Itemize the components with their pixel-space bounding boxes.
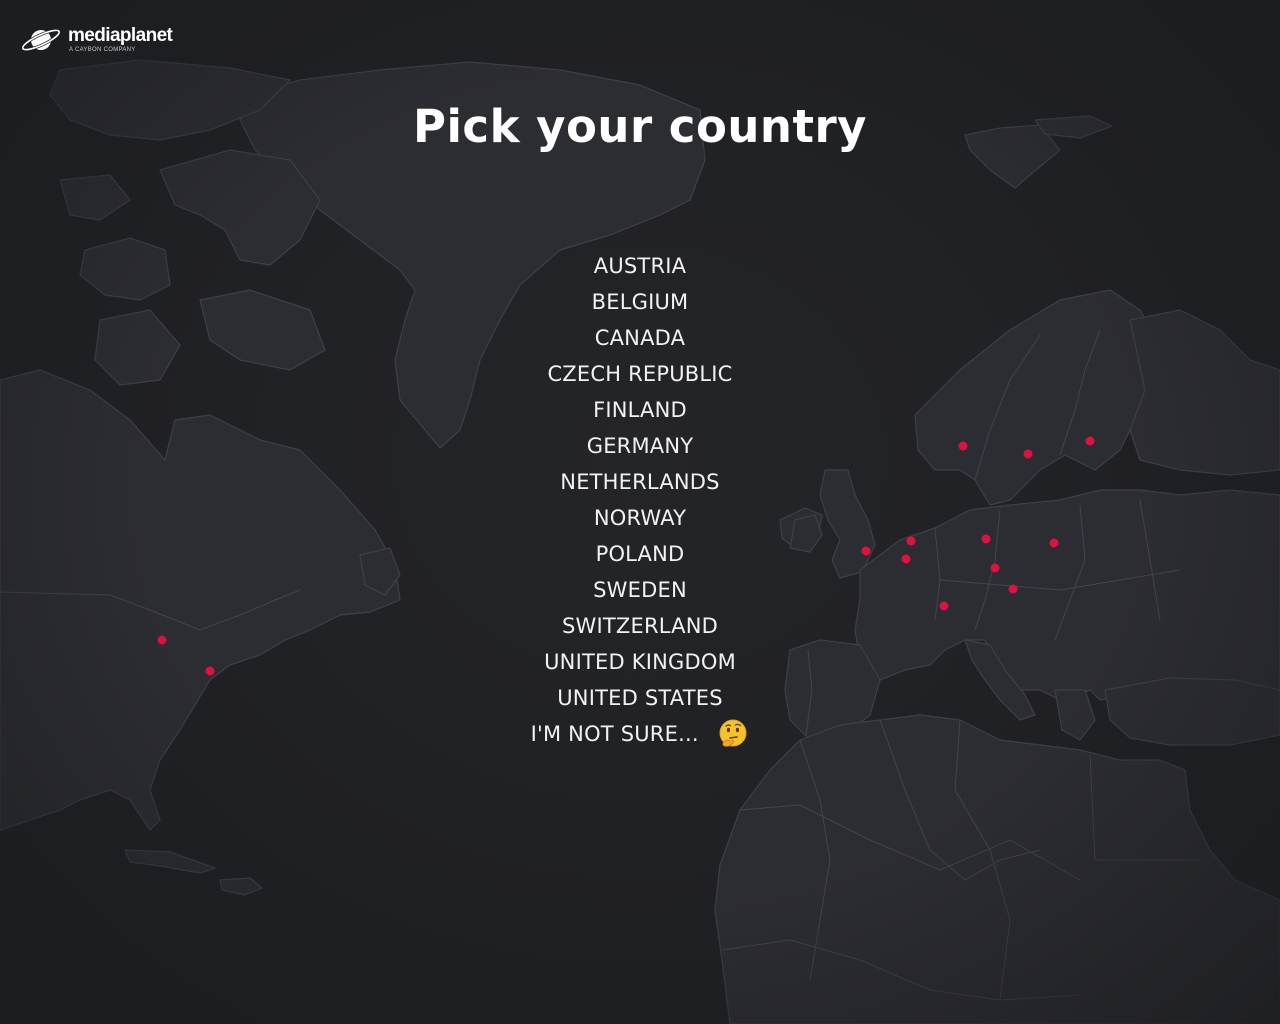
country-label: SWITZERLAND (562, 614, 718, 638)
planet-logo-icon (21, 28, 61, 52)
country-option-switzerland[interactable]: SWITZERLAND (0, 608, 1280, 644)
hispaniola (219, 877, 263, 896)
country-label: SWEDEN (593, 578, 687, 602)
arctic-island-6 (59, 174, 131, 221)
country-list: AUSTRIA BELGIUM CANADA CZECH REPUBLIC FI… (0, 248, 1280, 752)
country-label: UNITED STATES (557, 686, 723, 710)
country-option-belgium[interactable]: BELGIUM (0, 284, 1280, 320)
country-label: CANADA (594, 326, 686, 350)
country-option-czech-republic[interactable]: CZECH REPUBLIC (0, 356, 1280, 392)
not-sure-label: I'M NOT SURE... (530, 722, 699, 746)
country-label: NETHERLANDS (560, 470, 720, 494)
country-option-poland[interactable]: POLAND (0, 536, 1280, 572)
country-option-norway[interactable]: NORWAY (0, 500, 1280, 536)
country-label: BELGIUM (591, 290, 689, 314)
logo-text: mediaplanet A CAYBON COMPANY (68, 25, 173, 54)
country-option-finland[interactable]: FINLAND (0, 392, 1280, 428)
country-label: POLAND (595, 542, 685, 566)
page-title: Pick your country (412, 100, 868, 153)
thinking-face-icon (719, 719, 747, 747)
mediaplanet-logo[interactable]: mediaplanet A CAYBON COMPANY (20, 25, 173, 54)
logo-tagline: A CAYBON COMPANY (69, 47, 136, 53)
country-picker-page: mediaplanet A CAYBON COMPANY Pick your c… (0, 0, 1280, 1024)
logo-name: mediaplanet (68, 25, 173, 46)
country-option-austria[interactable]: AUSTRIA (0, 248, 1280, 284)
country-label: CZECH REPUBLIC (547, 362, 733, 386)
country-label: GERMANY (586, 434, 694, 458)
country-label: AUSTRIA (593, 254, 687, 278)
country-label: UNITED KINGDOM (544, 650, 736, 674)
country-option-canada[interactable]: CANADA (0, 320, 1280, 356)
cuba (124, 849, 216, 874)
country-option-sweden[interactable]: SWEDEN (0, 572, 1280, 608)
not-sure-option[interactable]: I'M NOT SURE... (0, 716, 1280, 752)
country-label: FINLAND (593, 398, 687, 422)
country-option-united-states[interactable]: UNITED STATES (0, 680, 1280, 716)
africa (714, 714, 1280, 1024)
country-option-germany[interactable]: GERMANY (0, 428, 1280, 464)
country-option-netherlands[interactable]: NETHERLANDS (0, 464, 1280, 500)
country-label: NORWAY (593, 506, 687, 530)
country-option-united-kingdom[interactable]: UNITED KINGDOM (0, 644, 1280, 680)
